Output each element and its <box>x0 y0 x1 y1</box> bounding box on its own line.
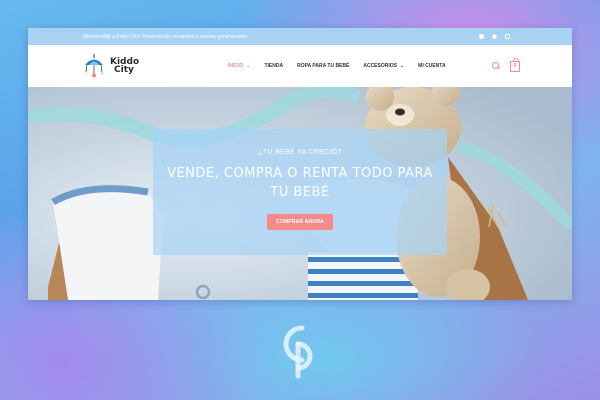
hero-banner: ¿TU BEBÉ YA CRECIÓ? VENDE, COMPRA O RENT… <box>28 87 572 300</box>
logo-wordmark: Kiddo City <box>110 58 139 75</box>
nav-inicio[interactable]: INICIO ⌄ <box>228 63 250 69</box>
nav-accesorios[interactable]: ACCESORIOS ⌄ <box>363 63 404 69</box>
nav-ropa-para-tu-bebe[interactable]: ROPA PARA TU BEBÉ <box>297 63 349 69</box>
nav-mi-cuenta[interactable]: MI CUENTA <box>418 63 445 69</box>
social-links <box>479 33 510 40</box>
cart-count: 0 <box>513 63 517 69</box>
header-actions: 0 <box>492 57 520 72</box>
logo-line-2: City <box>114 65 134 75</box>
facebook-icon[interactable] <box>479 34 484 39</box>
brand-logo-icon <box>283 325 313 379</box>
welcome-message: ¡Bienvenid@ a Kiddo City! Pasamos tus re… <box>82 33 248 40</box>
search-icon[interactable] <box>492 62 500 70</box>
chevron-down-icon: ⌄ <box>399 63 405 69</box>
hero-subtitle: ¿TU BEBÉ YA CRECIÓ? <box>258 149 342 156</box>
twitter-icon[interactable] <box>491 33 498 40</box>
nav-label: TIENDA <box>264 63 284 69</box>
chevron-down-icon: ⌄ <box>246 63 251 69</box>
main-navigation: INICIO ⌄ TIENDA ROPA PARA TU BEBÉ ACCESO… <box>228 63 446 69</box>
cart-icon[interactable]: 0 <box>510 57 520 72</box>
instagram-icon[interactable] <box>505 34 510 39</box>
hero-overlay-card: ¿TU BEBÉ YA CRECIÓ? VENDE, COMPRA O RENT… <box>153 129 447 255</box>
website-window: ¡Bienvenid@ a Kiddo City! Pasamos tus re… <box>28 28 572 300</box>
logo-mobile-icon <box>85 54 104 78</box>
shop-now-button[interactable]: COMPRAR AHORA <box>267 214 333 230</box>
nav-label: INICIO <box>228 63 244 69</box>
nav-label: MI CUENTA <box>418 63 446 69</box>
site-logo[interactable]: Kiddo City <box>80 52 200 80</box>
nav-label: ROPA PARA TU BEBÉ <box>297 63 350 69</box>
top-announcement-bar: ¡Bienvenid@ a Kiddo City! Pasamos tus re… <box>28 28 572 45</box>
nav-label: ACCESORIOS <box>363 63 397 69</box>
hero-title: VENDE, COMPRA O RENTA TODO PARA TU BEBÉ <box>167 166 433 200</box>
site-header: Kiddo City INICIO ⌄ TIENDA ROPA PARA TU … <box>28 45 572 87</box>
nav-tienda[interactable]: TIENDA <box>264 63 283 69</box>
